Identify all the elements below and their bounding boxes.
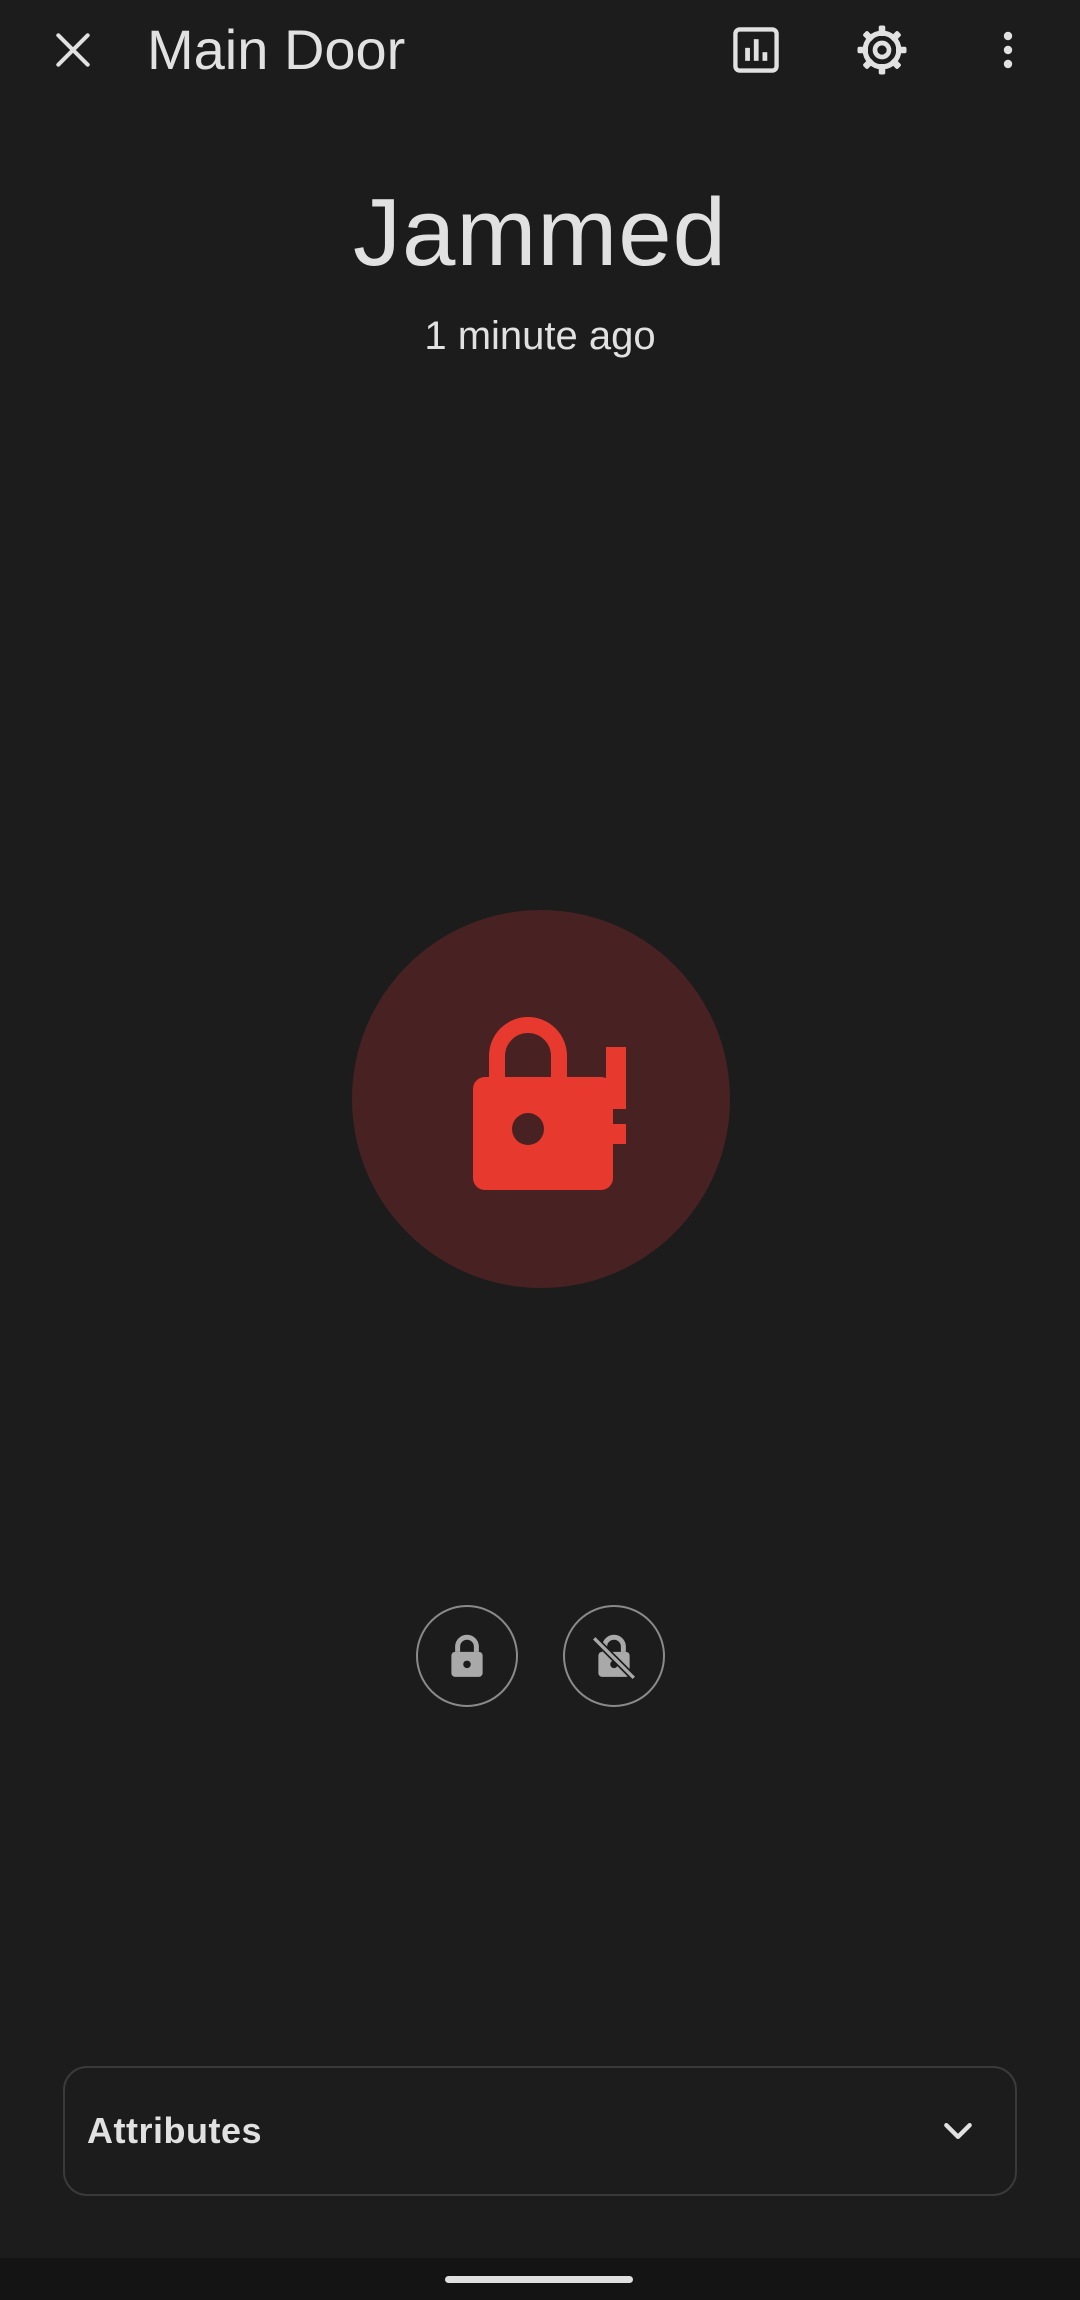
chart-icon bbox=[733, 27, 779, 73]
more-options-button[interactable] bbox=[964, 6, 1052, 94]
lock-button[interactable] bbox=[416, 1605, 518, 1707]
page-title: Main Door bbox=[147, 18, 406, 81]
home-gesture-handle[interactable] bbox=[445, 2276, 633, 2283]
close-button[interactable] bbox=[29, 6, 117, 94]
lock-state-label: Jammed bbox=[352, 179, 728, 286]
settings-button[interactable] bbox=[838, 6, 926, 94]
lock-open-off-icon bbox=[591, 1634, 637, 1681]
lock-status-control[interactable] bbox=[352, 910, 730, 1288]
chevron-down-icon bbox=[931, 2104, 985, 2158]
close-icon bbox=[56, 33, 90, 67]
top-app-bar: Main Door bbox=[0, 0, 1080, 100]
unlock-button[interactable] bbox=[563, 1605, 665, 1707]
attributes-label: Attributes bbox=[87, 2110, 262, 2151]
more-vertical-icon bbox=[1003, 31, 1013, 69]
last-changed-label: 1 minute ago bbox=[424, 314, 656, 358]
gear-icon bbox=[857, 25, 907, 75]
history-button[interactable] bbox=[712, 6, 800, 94]
lock-alert-icon bbox=[473, 1017, 626, 1190]
lock-icon bbox=[451, 1634, 483, 1677]
attributes-expander[interactable]: Attributes bbox=[63, 2066, 1017, 2196]
